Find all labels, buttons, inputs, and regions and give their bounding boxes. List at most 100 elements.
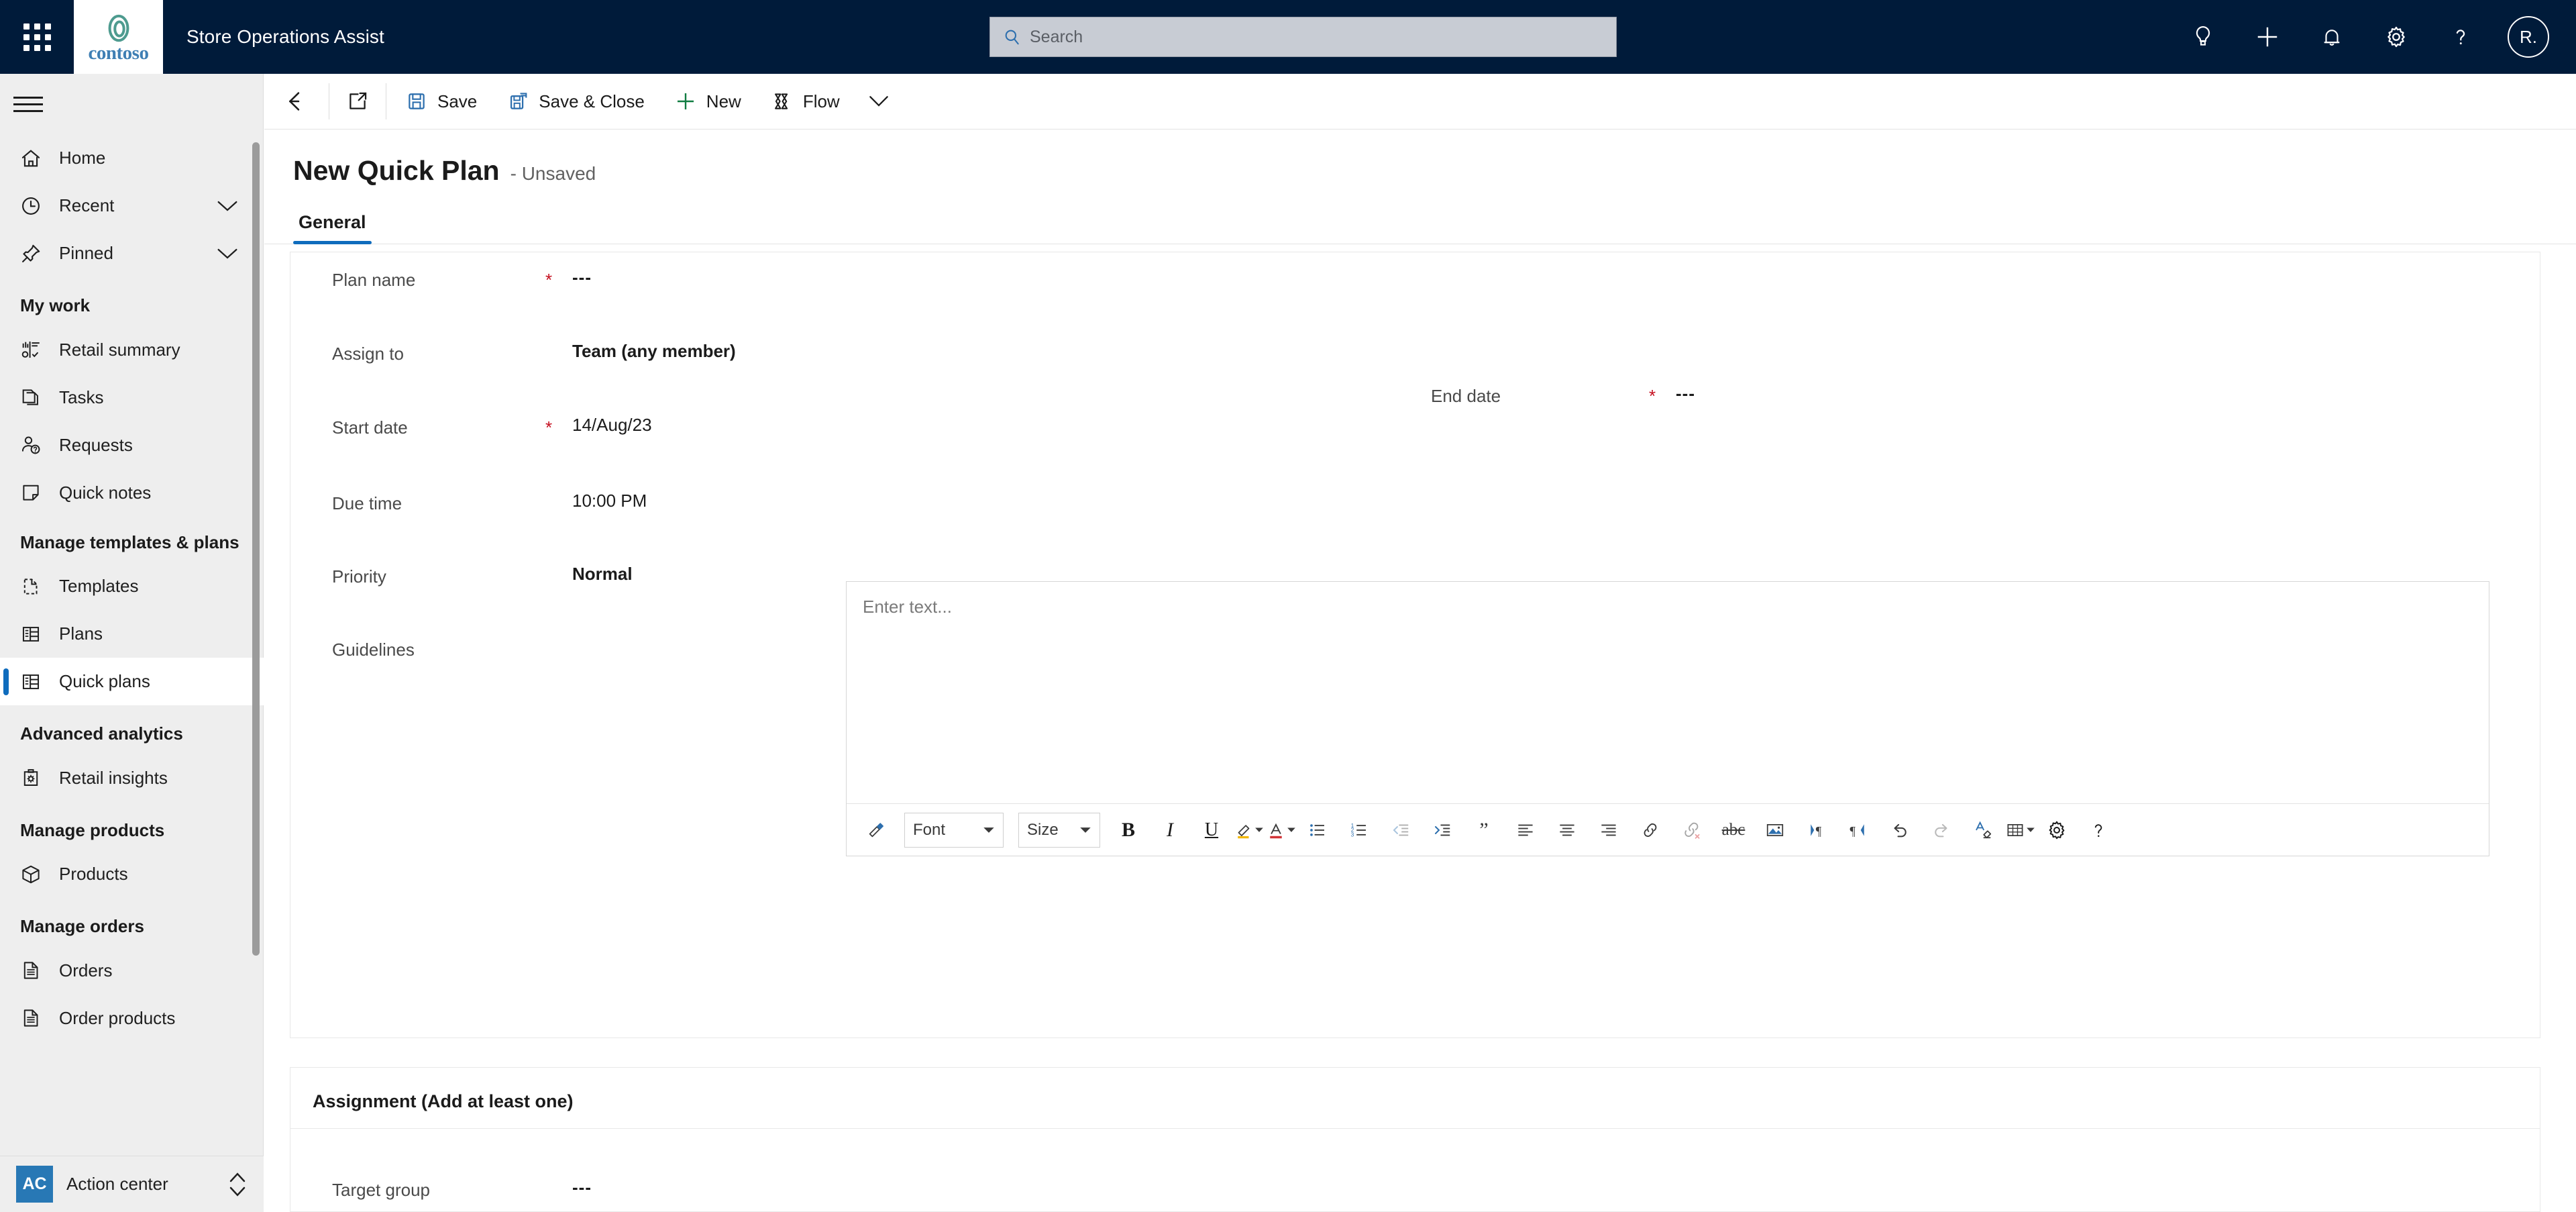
quick-create-button[interactable] bbox=[2235, 0, 2300, 74]
blockquote-icon[interactable]: ” bbox=[1464, 811, 1504, 850]
flow-button[interactable]: Flow bbox=[756, 77, 855, 125]
chevron-down-icon bbox=[1255, 827, 1263, 832]
redo-icon[interactable] bbox=[1921, 811, 1962, 850]
save-and-close-button[interactable]: Save & Close bbox=[492, 77, 659, 125]
assign-to-select[interactable]: Team (any member) bbox=[572, 341, 736, 362]
font-family-select[interactable]: Font bbox=[904, 812, 1004, 848]
sidebar-item-plans[interactable]: Plans bbox=[0, 610, 264, 658]
sidebar-item-label: Quick notes bbox=[59, 482, 152, 503]
sidebar-item-requests[interactable]: Requests bbox=[0, 421, 264, 469]
field-end-date: End date * --- bbox=[1431, 383, 1695, 407]
plan-name-input[interactable]: --- bbox=[572, 267, 592, 288]
clear-format-icon[interactable] bbox=[1963, 811, 2003, 850]
help-button[interactable] bbox=[2428, 0, 2493, 74]
start-date-input[interactable]: 14/Aug/23 bbox=[572, 415, 652, 436]
insert-link-icon[interactable] bbox=[1630, 811, 1670, 850]
numbered-list-icon[interactable]: 123 bbox=[1339, 811, 1379, 850]
align-right-icon[interactable] bbox=[1589, 811, 1629, 850]
guidelines-placeholder: Enter text... bbox=[863, 597, 952, 617]
bulleted-list-icon[interactable] bbox=[1297, 811, 1338, 850]
sidebar-item-tasks[interactable]: Tasks bbox=[0, 374, 264, 421]
action-center-button[interactable]: AC Action center bbox=[0, 1156, 264, 1212]
sidebar-toggle-button[interactable] bbox=[0, 74, 263, 134]
hamburger-icon bbox=[13, 92, 43, 117]
editor-help-icon[interactable] bbox=[2078, 811, 2118, 850]
sidebar-item-products[interactable]: Products bbox=[0, 850, 264, 898]
sidebar-item-orders[interactable]: Orders bbox=[0, 947, 264, 995]
page-subtitle: - Unsaved bbox=[510, 163, 596, 184]
font-color-icon[interactable] bbox=[1265, 820, 1296, 840]
undo-icon[interactable] bbox=[1880, 811, 1920, 850]
chevron-down-icon[interactable] bbox=[217, 247, 238, 260]
app-launcher-button[interactable] bbox=[0, 0, 74, 74]
due-time-input[interactable]: 10:00 PM bbox=[572, 491, 647, 511]
decrease-indent-icon[interactable] bbox=[1381, 811, 1421, 850]
required-indicator bbox=[539, 1177, 559, 1180]
insert-image-icon[interactable] bbox=[1755, 811, 1795, 850]
sidebar-item-quick-notes[interactable]: Quick notes bbox=[0, 469, 264, 517]
save-button[interactable]: Save bbox=[390, 77, 492, 125]
rtl-icon[interactable]: ¶ bbox=[1838, 811, 1878, 850]
chevron-down-icon bbox=[983, 827, 994, 833]
save-label: Save bbox=[437, 91, 478, 111]
strikethrough-icon[interactable]: abc bbox=[1713, 811, 1754, 850]
lightbulb-button[interactable] bbox=[2171, 0, 2235, 74]
notifications-button[interactable] bbox=[2300, 0, 2364, 74]
sidebar-item-retail-summary[interactable]: Retail summary bbox=[0, 326, 264, 374]
align-left-icon[interactable] bbox=[1505, 811, 1546, 850]
sidebar-scrollbar-thumb[interactable] bbox=[252, 142, 260, 956]
sidebar-group-manage-orders: Manage orders bbox=[20, 916, 144, 936]
bold-icon[interactable]: B bbox=[1108, 811, 1148, 850]
sidebar-item-label: Plans bbox=[59, 623, 103, 644]
sidebar-item-order-products[interactable]: Order products bbox=[0, 995, 264, 1042]
field-label: Assign to bbox=[332, 344, 404, 364]
sidebar-scroll-region[interactable]: Home Recent Pinned My work Retail summar… bbox=[0, 134, 264, 1212]
priority-select[interactable]: Normal bbox=[572, 564, 633, 585]
field-plan-name: Plan name * --- bbox=[290, 267, 2540, 291]
sidebar-item-label: Recent bbox=[59, 195, 115, 215]
sidebar-item-recent[interactable]: Recent bbox=[0, 182, 264, 230]
global-search-box[interactable]: Search bbox=[989, 17, 1617, 57]
underline-icon[interactable]: U bbox=[1191, 811, 1232, 850]
box-icon bbox=[16, 860, 46, 889]
sidebar-item-retail-insights[interactable]: Retail insights bbox=[0, 754, 264, 802]
align-center-icon[interactable] bbox=[1547, 811, 1587, 850]
app-title: Store Operations Assist bbox=[186, 26, 384, 47]
assignment-card: Assignment (Add at least one) Target gro… bbox=[290, 1067, 2540, 1212]
popout-button[interactable] bbox=[333, 77, 382, 125]
settings-button[interactable] bbox=[2364, 0, 2428, 74]
font-size-select[interactable]: Size bbox=[1018, 812, 1100, 848]
tab-general[interactable]: General bbox=[293, 212, 372, 244]
end-date-input[interactable]: --- bbox=[1676, 383, 1695, 404]
pages-icon bbox=[16, 383, 46, 412]
sidebar-item-label: Templates bbox=[59, 576, 139, 596]
sidebar-item-pinned[interactable]: Pinned bbox=[0, 230, 264, 277]
italic-icon[interactable]: I bbox=[1150, 811, 1190, 850]
back-button[interactable] bbox=[276, 77, 325, 125]
more-commands-button[interactable] bbox=[855, 77, 903, 125]
ltr-icon[interactable]: ¶ bbox=[1796, 811, 1837, 850]
sidebar-item-templates[interactable]: Templates bbox=[0, 562, 264, 610]
remove-link-icon[interactable] bbox=[1672, 811, 1712, 850]
action-center-badge: AC bbox=[16, 1166, 53, 1203]
format-painter-icon[interactable] bbox=[856, 811, 896, 850]
target-group-select[interactable]: --- bbox=[572, 1177, 592, 1198]
new-button[interactable]: New bbox=[659, 77, 756, 125]
sidebar-item-home[interactable]: Home bbox=[0, 134, 264, 182]
field-start-date: Start date * 14/Aug/23 bbox=[290, 415, 2540, 438]
sidebar-item-label: Pinned bbox=[59, 243, 113, 263]
chevron-down-icon[interactable] bbox=[217, 199, 238, 213]
increase-indent-icon[interactable] bbox=[1422, 811, 1462, 850]
highlight-icon[interactable] bbox=[1233, 820, 1264, 840]
title-row: New Quick Plan - Unsaved bbox=[264, 130, 2576, 187]
user-avatar-button[interactable]: R. bbox=[2493, 0, 2564, 74]
guidelines-textarea[interactable]: Enter text... bbox=[847, 582, 2489, 803]
table-icon[interactable] bbox=[2004, 820, 2035, 840]
contoso-logo[interactable]: contoso bbox=[74, 0, 163, 74]
flow-label: Flow bbox=[802, 91, 840, 111]
sidebar-item-quick-plans[interactable]: Quick plans bbox=[0, 658, 264, 705]
expand-collapse-icon[interactable] bbox=[227, 1170, 248, 1199]
field-label: Plan name bbox=[332, 270, 416, 290]
general-form-card: Plan name * --- Assign to Team (any memb… bbox=[290, 252, 2540, 1212]
editor-settings-icon[interactable] bbox=[2037, 811, 2077, 850]
